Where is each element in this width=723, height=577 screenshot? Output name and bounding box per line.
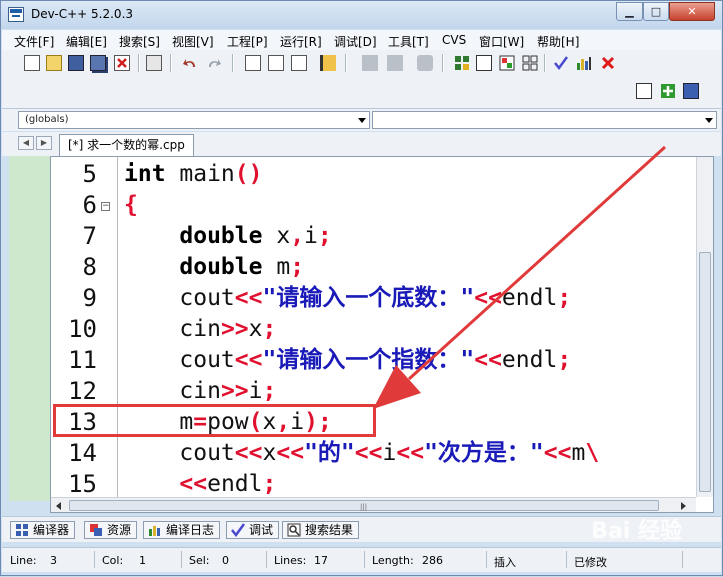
tab-search-results[interactable]: 搜索结果	[282, 521, 360, 539]
status-length-value: 286	[422, 554, 443, 567]
status-insert-mode: 插入	[494, 556, 516, 569]
tab-compile-log[interactable]: 编译日志	[143, 521, 221, 539]
grid-icon	[16, 524, 28, 536]
tab-compiler-label: 编译器	[33, 523, 70, 537]
chart-icon	[149, 526, 160, 536]
tab-compile-log-label: 编译日志	[166, 523, 215, 537]
tab-debug-label: 调试	[249, 523, 274, 537]
tab-resources-label: 资源	[107, 523, 132, 537]
tab-search-results-label: 搜索结果	[305, 523, 354, 537]
baidu-watermark: Bai 经验	[591, 519, 682, 544]
status-lines-value: 17	[314, 554, 328, 567]
status-lines-label: Lines:	[274, 554, 307, 567]
status-col-value: 1	[139, 554, 146, 567]
status-modified: 已修改	[574, 556, 607, 569]
status-sel-label: Sel:	[189, 554, 210, 567]
status-sel-value: 0	[222, 554, 229, 567]
status-line-value: 3	[50, 554, 57, 567]
status-line-label: Line:	[10, 554, 37, 567]
resource-icon	[90, 524, 102, 536]
status-bar: Line: 3 Col: 1 Sel: 0 Lines: 17 Length: …	[2, 547, 721, 572]
tab-resources[interactable]: 资源	[84, 521, 138, 539]
app-window: Dev-C++ 5.2.0.3 ▁ □ ✕ 文件[F] 编辑[E] 搜索[S] …	[0, 0, 723, 576]
annotation-arrow	[373, 145, 667, 409]
search-results-icon	[287, 523, 301, 537]
tab-compiler[interactable]: 编译器	[10, 521, 76, 539]
tab-debug[interactable]: 调试	[226, 521, 280, 539]
status-length-label: Length:	[372, 554, 414, 567]
checkmark-icon	[231, 523, 245, 537]
status-col-label: Col:	[102, 554, 124, 567]
